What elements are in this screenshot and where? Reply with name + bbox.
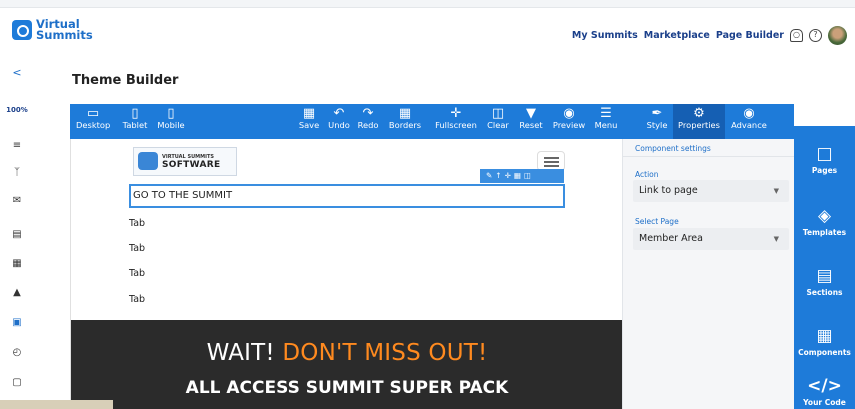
- right-sidebar: □ Pages ◈ Templates ▤ Sections ▦ Components …: [794, 126, 855, 409]
- hamburger-button[interactable]: [537, 151, 565, 171]
- fullscreen-icon: ✛: [450, 106, 462, 121]
- trash-icon: ◫: [491, 106, 505, 121]
- editor-canvas[interactable]: VIRTUAL SUMMITS SOFTWARE ✎↑✛▦◫ GO TO THE…: [70, 139, 623, 409]
- components-icon: ▦: [816, 326, 833, 346]
- tab-item[interactable]: Tab: [129, 243, 145, 254]
- reset-icon: ▼: [526, 106, 536, 121]
- bank-icon[interactable]: ▲: [0, 287, 34, 298]
- tab-item[interactable]: Tab: [129, 294, 145, 305]
- page-icon: □: [816, 144, 833, 164]
- reset-button[interactable]: ▼ Reset: [516, 104, 546, 139]
- page-select[interactable]: Member Area ▼: [633, 228, 789, 250]
- left-sidebar: < 100% ≡ ᛉ ✉ ▤ ▦ ▲ ▣ ◴ ▢: [0, 52, 34, 409]
- collapse-button[interactable]: <: [0, 66, 34, 79]
- save-icon: ▦: [302, 106, 316, 121]
- nav-marketplace[interactable]: Marketplace: [644, 30, 710, 41]
- your-code-button[interactable]: </> Your Code: [794, 376, 855, 407]
- browser-strip: [0, 0, 855, 8]
- logo-icon: [12, 20, 32, 40]
- action-select[interactable]: Link to page ▼: [633, 180, 789, 202]
- person-icon[interactable]: ᛉ: [0, 167, 34, 178]
- style-tab[interactable]: ✒ Style: [644, 104, 670, 139]
- app-header: Virtual Summits My Summits Marketplace Pa…: [0, 8, 855, 52]
- eye-icon: ◉: [563, 106, 575, 121]
- dashboard-icon[interactable]: ◴: [0, 347, 34, 358]
- preview-button[interactable]: ◉ Preview: [549, 104, 589, 139]
- page-title: Theme Builder: [72, 73, 179, 88]
- tab-item[interactable]: Tab: [129, 218, 145, 229]
- redo-icon: ↷: [362, 106, 374, 121]
- mobile-icon: ▯: [167, 106, 175, 121]
- builder-toolbar: ▭ Desktop ▯ Tablet ▯ Mobile ▦ Save ↶ Undo ↷ Re…: [70, 104, 794, 139]
- element-toolbar[interactable]: ✎↑✛▦◫: [480, 169, 564, 183]
- borders-button[interactable]: ▦ Borders: [385, 104, 425, 139]
- desktop-button[interactable]: ▭ Desktop: [76, 104, 110, 139]
- nav-page-builder[interactable]: Page Builder: [716, 30, 784, 41]
- dollar-icon[interactable]: ▢: [0, 377, 34, 388]
- banner-subheadline: ALL ACCESS SUMMIT SUPER PACK: [185, 378, 509, 398]
- zoom-level[interactable]: 100%: [0, 106, 34, 114]
- fullscreen-button[interactable]: ✛ Fullscreen: [431, 104, 481, 139]
- layout-icon[interactable]: ▣: [0, 317, 34, 328]
- list-icon[interactable]: ≡: [0, 140, 34, 151]
- select-page-label: Select Page: [635, 217, 679, 226]
- site-logo[interactable]: VIRTUAL SUMMITS SOFTWARE: [133, 147, 237, 176]
- promo-banner[interactable]: WAIT! DON'T MISS OUT! ALL ACCESS SUMMIT …: [71, 320, 623, 409]
- gears-logo-icon: [138, 152, 158, 170]
- borders-icon: ▦: [398, 106, 412, 121]
- logo-big-text: SOFTWARE: [162, 160, 221, 170]
- tab-item[interactable]: Tab: [129, 268, 145, 279]
- palette-icon: ◉: [743, 106, 755, 121]
- menu-icon: ☰: [600, 106, 612, 121]
- components-button[interactable]: ▦ Components: [794, 326, 855, 357]
- fill-icon: ◈: [817, 206, 832, 226]
- logo-text: Virtual Summits: [36, 17, 93, 42]
- selected-link-element[interactable]: GO TO THE SUMMIT: [129, 184, 565, 208]
- chevron-down-icon: ▼: [773, 235, 779, 243]
- chevron-down-icon: ▼: [773, 187, 779, 195]
- desktop-icon: ▭: [86, 106, 100, 121]
- nav-my-summits[interactable]: My Summits: [572, 30, 638, 41]
- mail-icon[interactable]: ✉: [0, 195, 34, 206]
- help-icon[interactable]: ?: [809, 29, 822, 42]
- avatar[interactable]: [828, 26, 847, 45]
- taskbar-thumbnail: [0, 400, 113, 409]
- save-button[interactable]: ▦ Save: [297, 104, 321, 139]
- clear-button[interactable]: ◫ Clear: [485, 104, 511, 139]
- settings-panel: Component settings Action Link to page ▼ …: [622, 139, 795, 409]
- redo-button[interactable]: ↷ Redo: [356, 104, 380, 139]
- undo-button[interactable]: ↶ Undo: [326, 104, 352, 139]
- tablet-icon: ▯: [131, 106, 139, 121]
- properties-tab[interactable]: ⚙ Properties: [673, 104, 725, 139]
- calendar-icon[interactable]: ▤: [0, 229, 34, 240]
- top-nav: My Summits Marketplace Page Builder ○ ?: [572, 26, 847, 45]
- user-icon[interactable]: ○: [790, 29, 803, 42]
- grid-icon[interactable]: ▦: [0, 258, 34, 269]
- sections-button[interactable]: ▤ Sections: [794, 266, 855, 297]
- app-logo[interactable]: Virtual Summits: [12, 17, 93, 42]
- banner-headline: WAIT! DON'T MISS OUT!: [206, 340, 488, 366]
- panel-header: Component settings: [623, 139, 795, 157]
- code-icon: </>: [807, 376, 842, 396]
- sections-icon: ▤: [816, 266, 833, 286]
- undo-icon: ↶: [333, 106, 345, 121]
- brush-icon: ✒: [651, 106, 663, 121]
- menu-button[interactable]: ☰ Menu: [592, 104, 620, 139]
- advance-tab[interactable]: ◉ Advance: [727, 104, 771, 139]
- gears-icon: ⚙: [693, 106, 705, 121]
- templates-button[interactable]: ◈ Templates: [794, 206, 855, 237]
- mobile-button[interactable]: ▯ Mobile: [154, 104, 188, 139]
- pages-button[interactable]: □ Pages: [794, 144, 855, 175]
- tablet-button[interactable]: ▯ Tablet: [120, 104, 150, 139]
- action-label: Action: [635, 170, 659, 179]
